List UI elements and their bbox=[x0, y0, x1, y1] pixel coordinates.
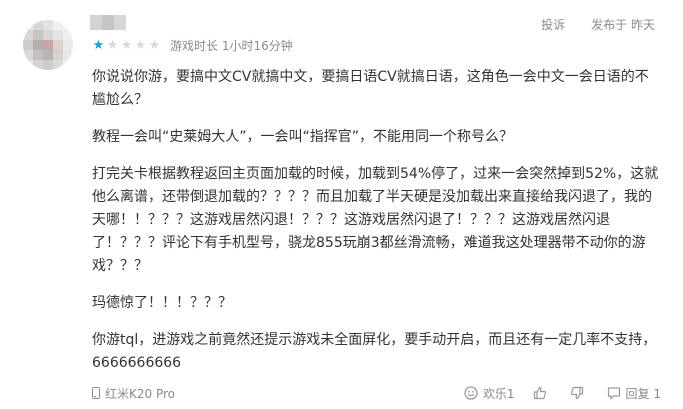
thumbs-down-icon bbox=[570, 386, 583, 400]
reply-count: 回复 1 bbox=[625, 386, 661, 401]
smiley-icon bbox=[464, 386, 478, 400]
comment-icon bbox=[607, 387, 620, 400]
star-empty-icon: ★ bbox=[106, 38, 119, 53]
review-body: 你说说你游，要搞中文CV就搞中文，要搞日语CV就搞日语，这角色一会中文一会日语的… bbox=[92, 66, 662, 389]
star-empty-icon: ★ bbox=[148, 38, 161, 53]
joy-count: 欢乐1 bbox=[482, 386, 515, 401]
dislike-button[interactable] bbox=[570, 386, 589, 400]
star-empty-icon: ★ bbox=[134, 38, 147, 53]
username-blurred[interactable] bbox=[90, 15, 126, 30]
device-label: 红米K20 Pro bbox=[105, 386, 175, 401]
star-filled-icon: ★ bbox=[92, 38, 105, 53]
report-button[interactable]: 投诉 bbox=[541, 17, 565, 33]
playtime-label: 游戏时长 1小时16分钟 bbox=[170, 39, 293, 53]
review-paragraph: 打完关卡根据教程返回主页面加载的时候，加载到54%停了，过来一会突然掉到52%，… bbox=[92, 166, 659, 274]
joy-button[interactable]: 欢乐1 bbox=[464, 385, 515, 402]
review-paragraph: 教程一会叫“史莱姆大人”，一会叫“指挥官”，不能用同一个称号么？ bbox=[92, 129, 514, 145]
like-button[interactable] bbox=[533, 386, 552, 400]
avatar[interactable] bbox=[23, 20, 73, 70]
review-paragraph: 你游tql，进游戏之前竟然还提示游戏未全面屏化，要手动开启，而且还有一定几率不支… bbox=[92, 332, 657, 371]
review-paragraph: 你说说你游，要搞中文CV就搞中文，要搞日语CV就搞日语，这角色一会中文一会日语的… bbox=[92, 69, 649, 108]
phone-icon bbox=[92, 387, 100, 399]
review-actions: 欢乐1 回复 1 bbox=[446, 385, 661, 402]
posted-time: 发布于 昨天 bbox=[591, 18, 655, 32]
thumbs-up-icon bbox=[533, 386, 546, 400]
review-paragraph: 玛德惊了！！！？？？ bbox=[92, 295, 232, 311]
rating-row: ★ ★ ★ ★ ★ 游戏时长 1小时16分钟 bbox=[92, 38, 293, 54]
review-footer: 红米K20 Pro 欢乐1 回复 1 bbox=[92, 383, 661, 403]
reply-button[interactable]: 回复 1 bbox=[607, 385, 661, 402]
review-meta: 投诉 发布于 昨天 bbox=[541, 17, 655, 33]
star-empty-icon: ★ bbox=[120, 38, 133, 53]
star-rating: ★ ★ ★ ★ ★ bbox=[92, 38, 162, 54]
device-info: 红米K20 Pro bbox=[92, 385, 175, 402]
